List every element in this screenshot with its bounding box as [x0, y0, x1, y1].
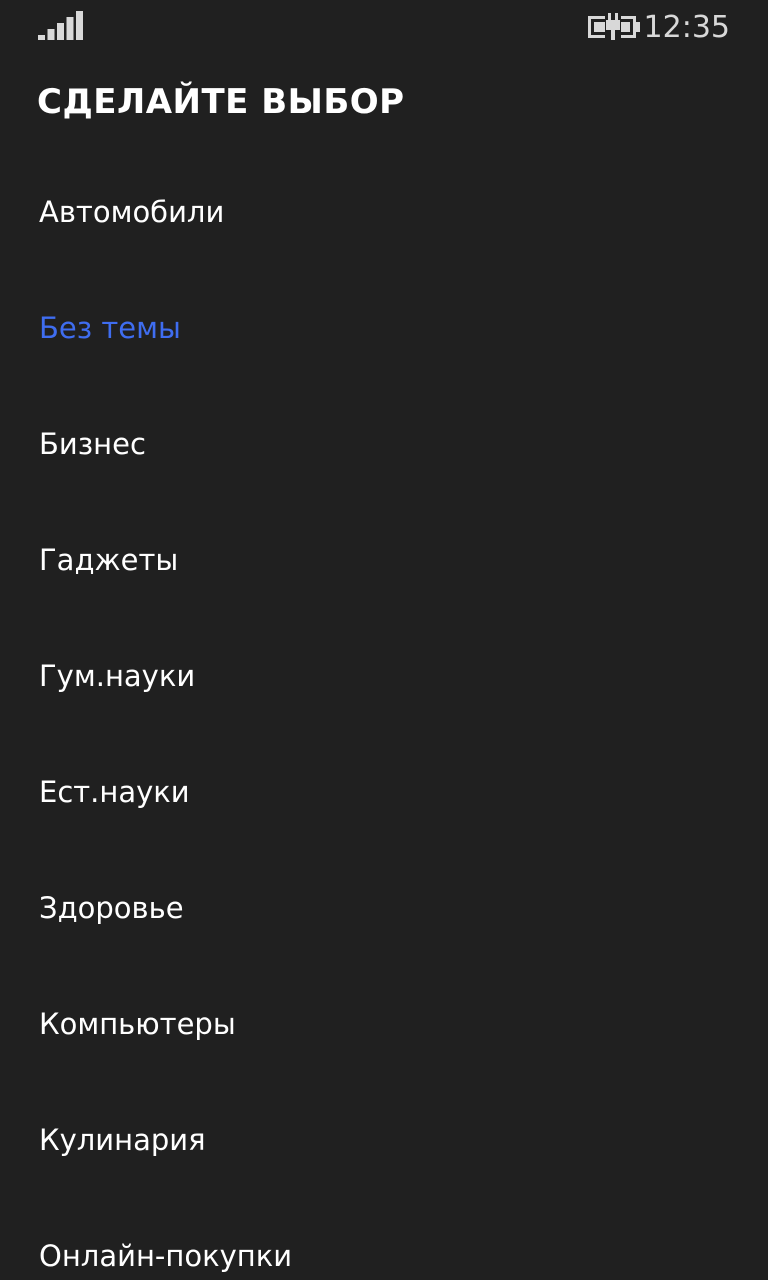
page-title: СДЕЛАЙТЕ ВЫБОР: [37, 82, 405, 122]
list-item[interactable]: Автомобили: [0, 154, 768, 270]
list-item[interactable]: Без темы: [0, 270, 768, 386]
signal-strength-icon: [38, 11, 83, 40]
battery-charging-icon: [588, 13, 640, 40]
list-item-label: Кулинария: [39, 1123, 206, 1157]
list-item-label: Компьютеры: [39, 1007, 236, 1041]
list-item[interactable]: Гум.науки: [0, 618, 768, 734]
list-item[interactable]: Ест.науки: [0, 734, 768, 850]
status-clock: 12:35: [643, 10, 730, 45]
list-item[interactable]: Здоровье: [0, 850, 768, 966]
list-item-label: Гум.науки: [39, 659, 196, 693]
list-item-label: Здоровье: [39, 891, 184, 925]
list-item[interactable]: Кулинария: [0, 1082, 768, 1198]
list-item-label: Ест.науки: [39, 775, 190, 809]
status-bar: 12:35: [0, 0, 768, 56]
list-item[interactable]: Гаджеты: [0, 502, 768, 618]
list-item-label: Онлайн-покупки: [39, 1239, 293, 1273]
list-item[interactable]: Компьютеры: [0, 966, 768, 1082]
list-item[interactable]: Онлайн-покупки: [0, 1198, 768, 1280]
list-item-label: Гаджеты: [39, 543, 179, 577]
topic-list: Автомобили Без темы Бизнес Гаджеты Гум.н…: [0, 154, 768, 1280]
list-item-label: Бизнес: [39, 427, 146, 461]
list-item-label: Без темы: [39, 311, 181, 345]
list-item[interactable]: Бизнес: [0, 386, 768, 502]
list-item-label: Автомобили: [39, 195, 225, 229]
